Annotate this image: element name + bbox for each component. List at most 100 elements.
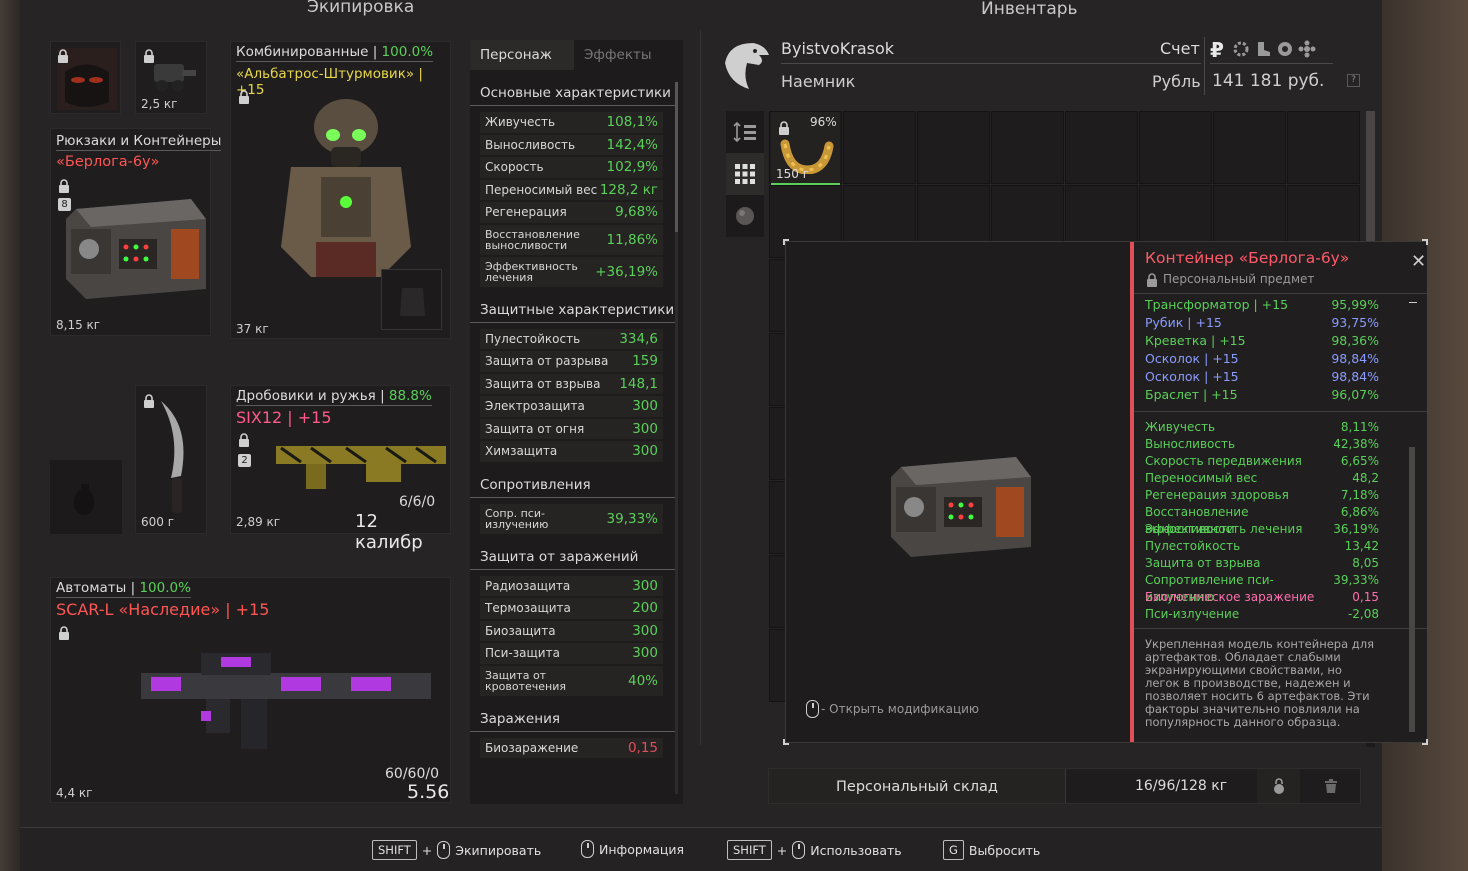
inventory-cell[interactable] [1287, 111, 1360, 184]
storage-divider [1065, 769, 1066, 803]
stat-value: 40% [627, 672, 658, 689]
stat-row: Биозащита 300 [480, 620, 663, 641]
secondary-weapon-slot[interactable]: Дробовики и ружья | 88.8% SIX12 | +15 2 … [230, 385, 451, 553]
stat-value: 300 [632, 398, 658, 415]
stat-label: Выносливость [485, 137, 576, 152]
sort-button[interactable] [726, 111, 764, 153]
effect-value: 0,15 [1352, 590, 1379, 604]
storage-bar: Персональный склад 16/96/128 кг [768, 768, 1361, 804]
stat-row: Регенерация 9,68% [480, 202, 663, 223]
hint-drop[interactable]: G Выбросить [943, 840, 1040, 860]
grenade-slot[interactable] [50, 460, 122, 534]
effect-row: Восстановление выносливости 6,86% [1134, 504, 1427, 536]
tab-character[interactable]: Персонаж [470, 40, 574, 70]
help-icon[interactable]: ? [1347, 74, 1360, 87]
backpack-weight: 8,15 кг [56, 318, 101, 332]
stat-value: 159 [632, 353, 658, 370]
trash-button[interactable] [1301, 769, 1361, 803]
stat-label: Восстановление выносливости [485, 227, 580, 252]
artifact-value: 98,36% [1331, 333, 1379, 348]
inventory-title: Инвентарь [981, 0, 1078, 19]
inventory-cell[interactable] [917, 111, 990, 184]
stats-scroll-thumb[interactable] [675, 82, 678, 232]
inventory-cell[interactable] [1213, 111, 1286, 184]
hint-use-label: Использовать [810, 842, 902, 858]
hint-info[interactable]: Информация [581, 840, 684, 858]
stats-scrollbar[interactable] [675, 82, 678, 794]
effect-row: Выносливость 42,38% [1134, 436, 1427, 453]
artifact-value: 98,84% [1331, 351, 1379, 366]
slots-badge: 2 [238, 454, 251, 467]
effect-value: 42,38% [1333, 437, 1379, 451]
effect-name: Пулестойкость [1145, 539, 1241, 553]
artifact-row: Осколок | +15 98,84% [1134, 368, 1427, 386]
gear-currency-icon[interactable] [1232, 40, 1250, 58]
stat-label: Регенерация [485, 205, 567, 220]
stat-row: Защита от огня 300 [480, 418, 663, 439]
rifle-image [141, 653, 431, 749]
corner-marker [1422, 239, 1428, 245]
inventory-cell[interactable] [1065, 111, 1138, 184]
currency-icons [1232, 40, 1316, 58]
flower-currency-icon[interactable] [1298, 40, 1316, 58]
armor-slot[interactable]: Комбинированные | 100.0% «Альбатрос-Штур… [230, 41, 451, 339]
grid-view-button[interactable] [726, 153, 764, 195]
backpack-slot[interactable]: Рюкзаки и Контейнеры «Берлога-6у» 8 8,15… [50, 128, 222, 336]
armor-mod-slot[interactable] [381, 269, 442, 330]
artifact-name: Осколок | +15 [1145, 351, 1239, 366]
item-durability: 96% [810, 115, 837, 129]
close-icon[interactable]: ✕ [1411, 251, 1426, 272]
stat-value: 9,68% [615, 204, 658, 221]
stats-section-title: Заражения [470, 706, 675, 732]
tab-effects[interactable]: Эффекты [574, 40, 683, 70]
effect-row: Пси-излучение -2,08 [1134, 606, 1427, 623]
weight-button[interactable] [1257, 769, 1300, 803]
open-mod-hint[interactable]: - Открыть модификацию [806, 700, 979, 718]
stat-value: 0,15 [627, 739, 658, 756]
stat-value: 142,4% [606, 136, 658, 153]
effect-value: 6,86% [1340, 505, 1379, 519]
hint-equip[interactable]: SHIFT + Экипировать [372, 840, 541, 860]
effect-value: 7,18% [1340, 488, 1379, 502]
hint-use[interactable]: SHIFT + Использовать [727, 840, 902, 860]
artifact-value: 95,99% [1331, 297, 1379, 312]
equipment-title: Экипировка [307, 0, 415, 17]
melee-slot[interactable]: 600 г [135, 385, 207, 534]
artifact-icon [736, 207, 754, 225]
effect-name: Скорость передвижения [1145, 454, 1302, 468]
stat-value: 39,33% [606, 510, 658, 527]
inventory-cell[interactable] [1139, 111, 1212, 184]
effect-row: Пулестойкость 13,42 [1134, 538, 1427, 555]
artifact-filter-button[interactable] [726, 195, 764, 237]
coin-currency-icon[interactable] [1276, 40, 1294, 58]
effect-row: Живучесть 8,11% [1134, 419, 1427, 436]
stat-row: Химзащита 300 [480, 441, 663, 462]
sort-icon [733, 121, 756, 143]
melee-weight: 600 г [141, 515, 175, 529]
container-preview-image [891, 457, 1031, 557]
effects-list: Живучесть 8,11% Выносливость 42,38% Скорость… [1134, 419, 1427, 623]
inventory-sidebar [726, 111, 764, 237]
lock-icon [58, 626, 70, 640]
stat-label: Защита от взрыва [485, 376, 601, 391]
device-slot[interactable]: 2,5 кг [135, 41, 207, 114]
artifact-row: Браслет | +15 96,07% [1134, 386, 1427, 404]
effect-row: Скорость передвижения 6,65% [1134, 453, 1427, 470]
helmet-slot[interactable] [50, 41, 121, 114]
stats-section-title: Защита от заражений [470, 544, 675, 570]
boot-currency-icon[interactable] [1254, 40, 1272, 58]
tooltip-scroll-thumb[interactable] [1409, 447, 1415, 732]
personal-storage-button[interactable]: Персональный склад [769, 769, 1065, 803]
armor-category: Комбинированные | 100.0% [236, 44, 434, 62]
inventory-scroll-thumb[interactable] [1366, 111, 1375, 241]
tooltip-divider [1134, 411, 1427, 412]
account-label: Счет [1160, 39, 1200, 58]
ruble-icon[interactable]: ₽ [1210, 38, 1224, 62]
stat-label: Пси-защита [485, 646, 560, 661]
stat-label: Защита от разрыва [485, 354, 609, 369]
primary-weapon-slot[interactable]: Автоматы | 100.0% SCAR-L «Наследие» | +1… [50, 577, 451, 803]
inventory-cell[interactable] [991, 111, 1064, 184]
backpack-name: «Берлога-6у» [56, 154, 160, 170]
inventory-cell[interactable] [843, 111, 916, 184]
inventory-item-artifact[interactable]: 96% 150 г [771, 112, 840, 185]
